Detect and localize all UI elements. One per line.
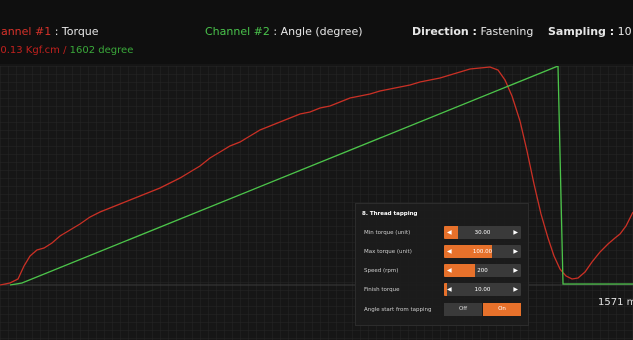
toggle-off-button[interactable]: Off [444,303,482,316]
direction-info: Direction : Fastening [412,25,533,38]
angle-value-readout: 1571 m [598,297,633,308]
finish-torque-stepper[interactable]: ◀ 10.00 ▶ [444,283,521,296]
speed-stepper[interactable]: ◀ 200 ▶ [444,264,521,277]
thread-tapping-panel: 8. Thread tapping Min torque (unit) ◀ 30… [355,203,529,326]
channel2-prefix: Channel #2 [205,25,270,38]
readout-torque: 60.13 Kgf.cm [0,45,60,56]
monitor-screen: hannel #1 : Torque Channel #2 : Angle (d… [0,0,633,340]
graph-canvas [0,66,633,340]
channel2-label: Channel #2 : Angle (degree) [205,25,363,38]
speed-increase-icon[interactable]: ▶ [513,267,518,274]
channel-header: hannel #1 : Torque Channel #2 : Angle (d… [0,0,633,64]
toggle-on-button[interactable]: On [483,303,521,316]
readout-separator: / [59,45,70,56]
min-torque-label: Min torque (unit) [364,230,411,236]
peak-readout: 60.13 Kgf.cm / 1602 degree [0,45,133,56]
speed-row: Speed (rpm) ◀ 200 ▶ [356,264,528,278]
min-torque-row: Min torque (unit) ◀ 30.00 ▶ [356,226,528,240]
max-torque-label: Max torque (unit) [364,249,412,255]
channel2-name: : Angle (degree) [273,25,363,38]
sampling-label: Sampling : [548,25,615,38]
sampling-info: Sampling : 10 ms [548,25,633,38]
direction-value: Fastening [480,25,534,38]
finish-torque-label: Finish torque [364,287,400,293]
max-torque-value: 100.00 [472,249,493,255]
channel1-name: : Torque [54,25,99,38]
min-torque-value: 30.00 [474,230,491,236]
speed-label: Speed (rpm) [364,268,399,274]
max-torque-row: Max torque (unit) ◀ 100.00 ▶ [356,245,528,259]
finish-torque-value: 10.00 [474,287,491,293]
max-torque-stepper[interactable]: ◀ 100.00 ▶ [444,245,521,258]
finish-torque-increase-icon[interactable]: ▶ [513,286,518,293]
angle-start-row: Angle start from tapping Off On [356,303,528,317]
min-torque-stepper[interactable]: ◀ 30.00 ▶ [444,226,521,239]
angle-start-label: Angle start from tapping [364,307,432,313]
readout-angle: 1602 degree [69,45,134,56]
sampling-value: 10 ms [617,25,633,38]
graph-area[interactable] [0,66,633,340]
speed-value: 200 [477,268,488,274]
channel1-prefix: hannel #1 [0,25,52,38]
max-torque-increase-icon[interactable]: ▶ [513,248,518,255]
finish-torque-row: Finish torque ◀ 10.00 ▶ [356,283,528,297]
channel1-label: hannel #1 : Torque [0,25,99,38]
min-torque-increase-icon[interactable]: ▶ [513,229,518,236]
angle-start-toggle[interactable]: Off On [444,303,521,316]
direction-label: Direction : [412,25,477,38]
panel-title: 8. Thread tapping [362,211,418,217]
